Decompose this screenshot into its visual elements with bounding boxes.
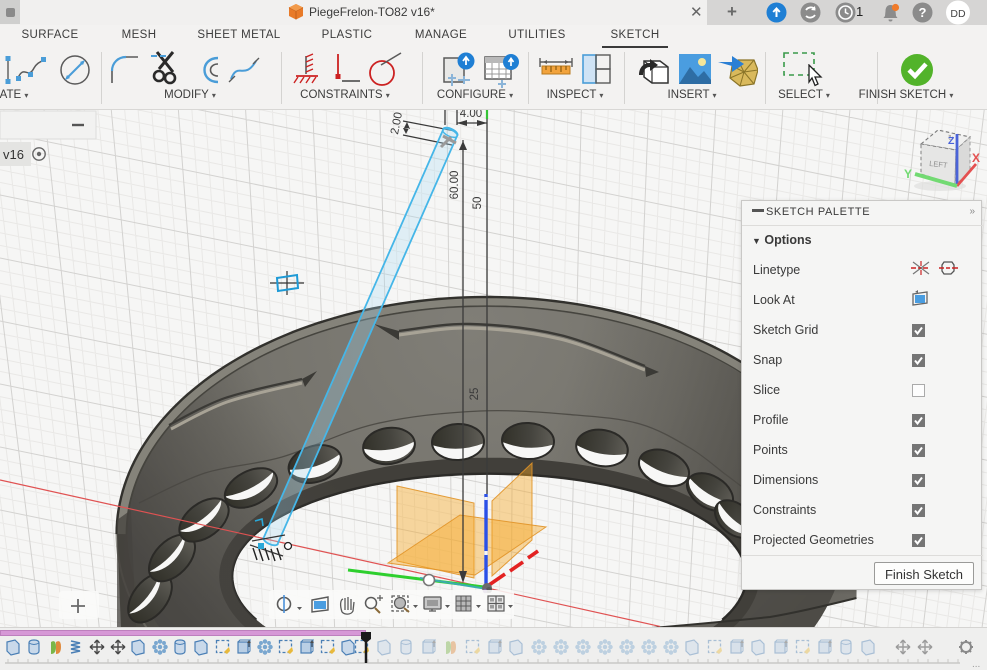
svg-text:Y: Y (904, 167, 912, 181)
svg-text:X: X (972, 151, 980, 165)
svg-text:60.00: 60.00 (449, 171, 461, 200)
svg-text:50: 50 (472, 197, 484, 210)
svg-text:...: ... (972, 659, 980, 670)
svg-text:25: 25 (469, 388, 481, 401)
svg-text:v16: v16 (3, 147, 24, 162)
svg-text:?: ? (919, 5, 927, 20)
svg-text:Z: Z (948, 135, 955, 147)
svg-text:DD: DD (950, 8, 966, 20)
